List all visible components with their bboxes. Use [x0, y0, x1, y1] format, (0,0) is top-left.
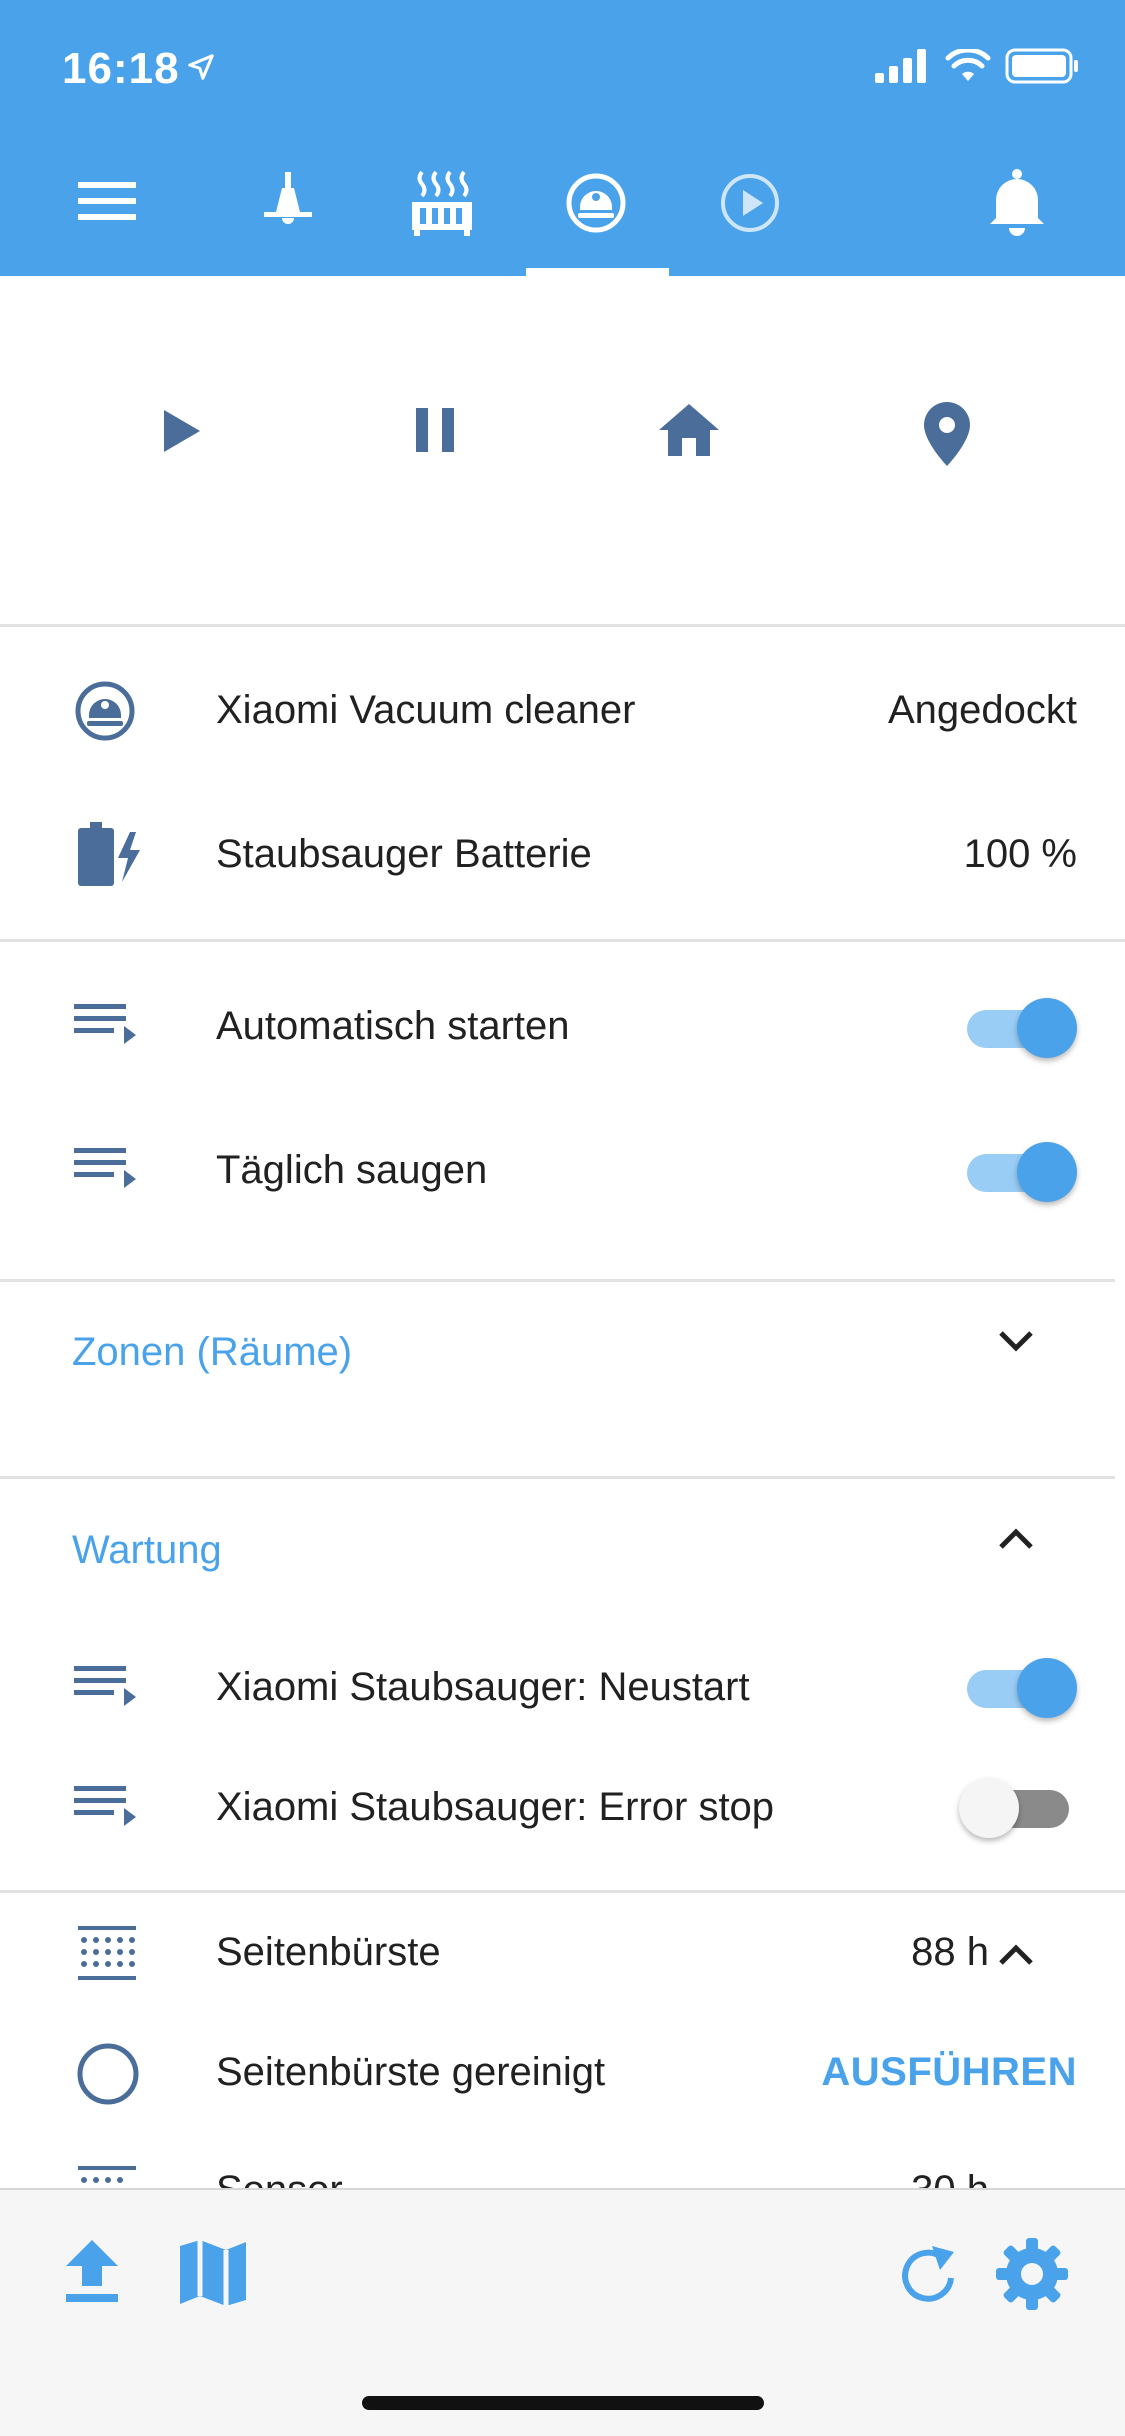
app-header: 16:18 [0, 0, 1125, 276]
battery-charging-icon [78, 822, 140, 886]
status-time: 16:18 [62, 44, 180, 93]
notifications-bell-icon[interactable] [988, 168, 1046, 236]
divider [0, 1890, 1125, 1893]
maintenance-item-label: Xiaomi Staubsauger: Neustart [216, 1665, 750, 1709]
chevron-down-icon[interactable] [998, 1330, 1034, 1354]
divider [0, 1279, 1115, 1282]
location-pin-icon[interactable] [924, 402, 970, 466]
battery-status-icon [1005, 48, 1078, 84]
vacuum-state-value[interactable]: Angedockt [888, 688, 1077, 733]
divider [0, 1476, 1115, 1479]
script-icon [74, 1786, 136, 1826]
automation-label: Automatisch starten [216, 1004, 570, 1048]
upload-icon[interactable] [64, 2240, 120, 2302]
side-brush-value: 88 h [911, 1930, 989, 1974]
pause-icon[interactable] [416, 408, 454, 452]
battery-value[interactable]: 100 % [964, 832, 1077, 877]
menu-icon[interactable] [78, 180, 136, 222]
restart-toggle[interactable] [959, 1652, 1077, 1718]
script-icon [74, 1666, 136, 1706]
active-tab-indicator [526, 268, 669, 276]
robot-vacuum-icon[interactable] [565, 172, 627, 234]
battery-label: Staubsauger Batterie [216, 832, 592, 876]
error-stop-toggle[interactable] [959, 1772, 1077, 1838]
play-circle-icon[interactable] [719, 172, 781, 234]
divider [0, 624, 1125, 627]
location-arrow-icon [188, 54, 214, 80]
circle-outline-icon [77, 2043, 139, 2105]
side-brush-label: Seitenbürste [216, 1930, 441, 1974]
automatic-start-toggle[interactable] [959, 992, 1077, 1058]
chevron-up-icon[interactable] [998, 1942, 1034, 1966]
divider [0, 939, 1125, 942]
home-icon[interactable] [658, 402, 720, 456]
daily-vacuum-toggle[interactable] [959, 1136, 1077, 1202]
home-indicator [362, 2396, 764, 2410]
script-icon [74, 1004, 136, 1044]
side-brush-cleaned-label: Seitenbürste gereinigt [216, 2050, 606, 2094]
execute-button[interactable]: AUSFÜHREN [821, 2050, 1077, 2095]
status-indicators [875, 48, 1079, 84]
ceiling-lamp-icon[interactable] [262, 172, 314, 228]
play-icon[interactable] [162, 408, 202, 454]
zones-section-title[interactable]: Zonen (Räume) [72, 1330, 352, 1375]
wifi-icon [945, 49, 991, 81]
map-icon[interactable] [178, 2238, 248, 2308]
signal-icon [875, 49, 926, 83]
script-icon [74, 1148, 136, 1188]
settings-icon[interactable] [994, 2236, 1070, 2312]
maintenance-section-title[interactable]: Wartung [72, 1528, 222, 1573]
chevron-up-icon[interactable] [998, 1526, 1034, 1550]
vacuum-entity-label: Xiaomi Vacuum cleaner [216, 688, 636, 732]
robot-vacuum-icon [75, 681, 135, 741]
radiator-icon[interactable] [410, 170, 474, 236]
automation-label: Täglich saugen [216, 1148, 488, 1192]
maintenance-item-label: Xiaomi Staubsauger: Error stop [216, 1785, 775, 1829]
brush-dots-icon [78, 1926, 136, 1980]
refresh-icon[interactable] [896, 2242, 962, 2308]
